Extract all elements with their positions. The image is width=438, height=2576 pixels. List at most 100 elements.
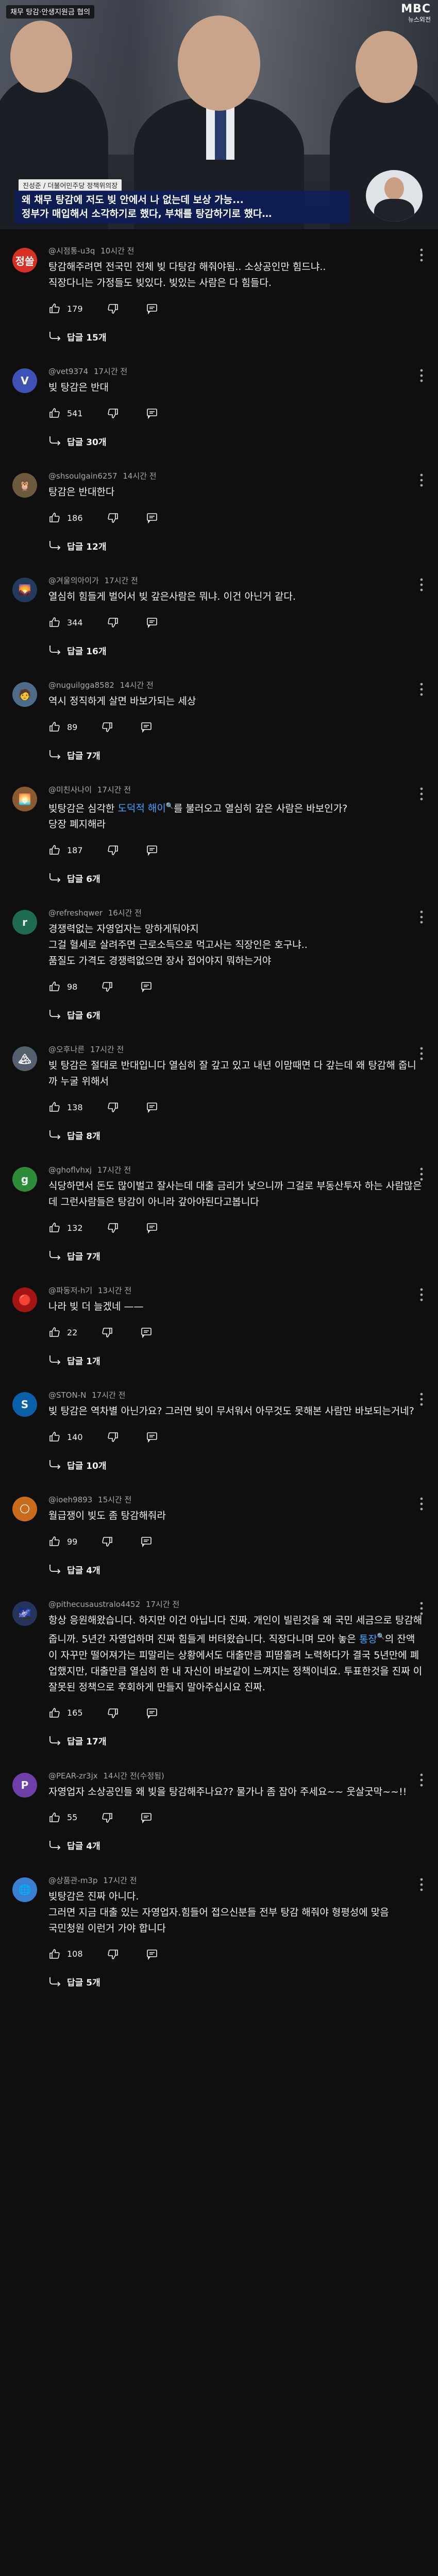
view-replies-button[interactable]: 답글 17개 — [48, 1732, 424, 1750]
more-options-icon[interactable] — [419, 1773, 424, 1789]
comment-author[interactable]: @미친사나이 — [48, 785, 92, 794]
more-options-icon[interactable] — [419, 1287, 424, 1304]
like-button[interactable]: 541 — [48, 407, 107, 419]
avatar[interactable]: P — [12, 1772, 37, 1798]
dislike-button[interactable] — [107, 1101, 119, 1113]
like-button[interactable]: 138 — [48, 1101, 107, 1113]
more-options-icon[interactable] — [419, 1497, 424, 1513]
reply-button[interactable] — [146, 616, 158, 629]
like-button[interactable]: 22 — [48, 1326, 101, 1338]
dislike-button[interactable] — [107, 844, 119, 856]
avatar[interactable]: 정쓸 — [12, 248, 37, 273]
reply-button[interactable] — [140, 721, 153, 733]
avatar[interactable]: V — [12, 368, 37, 393]
view-replies-button[interactable]: 답글 16개 — [48, 641, 424, 659]
more-options-icon[interactable] — [419, 473, 424, 489]
like-button[interactable]: 132 — [48, 1222, 107, 1234]
reply-button[interactable] — [146, 302, 158, 315]
view-replies-button[interactable]: 답글 15개 — [48, 327, 424, 346]
avatar[interactable]: 🌅 — [12, 787, 37, 811]
dislike-button[interactable] — [101, 1535, 113, 1548]
view-replies-button[interactable]: 답글 1개 — [48, 1351, 424, 1369]
reply-button[interactable] — [146, 1948, 158, 1960]
comment-author[interactable]: @상품관-m3p — [48, 1876, 98, 1885]
dislike-button[interactable] — [107, 512, 119, 524]
reply-button[interactable] — [146, 1222, 158, 1234]
like-button[interactable]: 179 — [48, 302, 107, 315]
like-button[interactable]: 99 — [48, 1535, 101, 1548]
view-replies-button[interactable]: 답글 7개 — [48, 1246, 424, 1265]
search-chip-link[interactable]: 도덕적 해이 — [117, 801, 165, 817]
search-chip-link[interactable]: 통장 — [359, 1632, 377, 1648]
dislike-button[interactable] — [107, 1707, 119, 1719]
video-player[interactable]: 채무 탕감·안생지원금 협의 MBC 뉴스외전 진성준 / 더불어민주당 정책위… — [0, 0, 438, 229]
more-options-icon[interactable] — [419, 682, 424, 699]
more-options-icon[interactable] — [419, 910, 424, 926]
comment-author[interactable]: @ioeh9893 — [48, 1495, 92, 1504]
more-options-icon[interactable] — [419, 1167, 424, 1183]
view-replies-button[interactable]: 답글 6개 — [48, 869, 424, 887]
dislike-button[interactable] — [107, 1431, 119, 1443]
more-options-icon[interactable] — [419, 1392, 424, 1409]
comment-author[interactable]: @겨울의아이가 — [48, 576, 99, 585]
view-replies-button[interactable]: 답글 12개 — [48, 536, 424, 555]
more-options-icon[interactable] — [419, 578, 424, 594]
dislike-button[interactable] — [107, 1948, 119, 1960]
comment-author[interactable]: @시점통-u3q — [48, 246, 95, 256]
view-replies-button[interactable]: 답글 30개 — [48, 432, 424, 450]
more-options-icon[interactable] — [419, 1601, 424, 1618]
like-button[interactable]: 165 — [48, 1707, 107, 1719]
view-replies-button[interactable]: 답글 10개 — [48, 1455, 424, 1474]
reply-button[interactable] — [140, 1811, 153, 1824]
dislike-button[interactable] — [101, 1811, 113, 1824]
like-button[interactable]: 89 — [48, 721, 101, 733]
like-button[interactable]: 186 — [48, 512, 107, 524]
more-options-icon[interactable] — [419, 787, 424, 803]
comment-author[interactable]: @shsoulgain6257 — [48, 471, 117, 481]
reply-button[interactable] — [140, 1535, 153, 1548]
avatar[interactable]: 🌐 — [12, 1877, 37, 1902]
reply-button[interactable] — [146, 1431, 158, 1443]
dislike-button[interactable] — [107, 1222, 119, 1234]
view-replies-button[interactable]: 답글 5개 — [48, 1973, 424, 1991]
view-replies-button[interactable]: 답글 4개 — [48, 1836, 424, 1855]
reply-button[interactable] — [146, 407, 158, 419]
comment-author[interactable]: @ghoflvhxj — [48, 1165, 92, 1175]
view-replies-button[interactable]: 답글 8개 — [48, 1126, 424, 1144]
comment-author[interactable]: @오후나른 — [48, 1045, 85, 1054]
dislike-button[interactable] — [107, 302, 119, 315]
comment-author[interactable]: @pithecusaustralo4452 — [48, 1600, 140, 1609]
reply-button[interactable] — [146, 1101, 158, 1113]
avatar[interactable]: 🌕 — [12, 1497, 37, 1522]
reply-button[interactable] — [140, 1326, 153, 1338]
avatar[interactable]: 🌄 — [12, 578, 37, 602]
view-replies-button[interactable]: 답글 6개 — [48, 1005, 424, 1024]
comment-author[interactable]: @STON-N — [48, 1391, 86, 1400]
avatar[interactable]: 🌌 — [12, 1601, 37, 1626]
avatar[interactable]: 🧑 — [12, 682, 37, 707]
dislike-button[interactable] — [107, 616, 119, 629]
comment-author[interactable]: @파동저-h기 — [48, 1286, 92, 1295]
dislike-button[interactable] — [101, 1326, 113, 1338]
reply-button[interactable] — [146, 512, 158, 524]
dislike-button[interactable] — [107, 407, 119, 419]
avatar[interactable]: 🔴 — [12, 1287, 37, 1313]
comment-author[interactable]: @vet9374 — [48, 367, 88, 376]
comment-author[interactable]: @nuguilgga8582 — [48, 681, 114, 690]
view-replies-button[interactable]: 답글 7개 — [48, 745, 424, 764]
avatar[interactable]: g — [12, 1167, 37, 1192]
reply-button[interactable] — [146, 844, 158, 856]
like-button[interactable]: 140 — [48, 1431, 107, 1443]
view-replies-button[interactable]: 답글 4개 — [48, 1560, 424, 1579]
avatar[interactable]: S — [12, 1392, 37, 1417]
reply-button[interactable] — [146, 1707, 158, 1719]
like-button[interactable]: 108 — [48, 1948, 107, 1960]
comment-author[interactable]: @PEAR-zr3jx — [48, 1771, 98, 1781]
avatar[interactable]: r — [12, 910, 37, 935]
avatar[interactable]: 🦉 — [12, 473, 37, 498]
comment-author[interactable]: @refreshqwer — [48, 908, 103, 918]
like-button[interactable]: 187 — [48, 844, 107, 856]
more-options-icon[interactable] — [419, 1046, 424, 1063]
dislike-button[interactable] — [101, 980, 113, 993]
more-options-icon[interactable] — [419, 248, 424, 264]
